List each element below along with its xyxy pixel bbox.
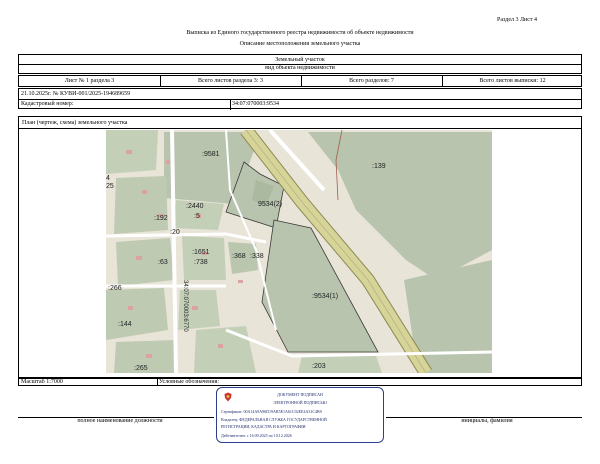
label-road-6770: 34:07:070003:6770 (182, 280, 188, 332)
sheets-in-section: Всего листов раздела 3: 3 (198, 78, 263, 84)
label-25: 25 (106, 183, 114, 190)
block-s1 (194, 326, 256, 373)
label-266: :266 (108, 285, 122, 292)
label-368: :368 (232, 253, 246, 260)
cad-label: Кадастровый номер: (21, 101, 74, 107)
plan-caption: План (чертеж, схема) земельного участка (22, 120, 128, 126)
label-4: 4 (106, 175, 110, 182)
label-338: :338 (250, 253, 264, 260)
label-192: :192 (154, 215, 168, 222)
label-144: :144 (118, 321, 132, 328)
label-5: :5 (194, 213, 200, 220)
label-265: :265 (134, 365, 148, 372)
cad-number: 34:07:070003:9534 (232, 101, 280, 107)
object-name: Земельный участок (275, 57, 325, 63)
sections-total: Всего разделов: 7 (349, 78, 394, 84)
stamp-line-5: РЕГИСТРАЦИИ, КАДАСТРА И КАРТОГРАФИИ (221, 424, 306, 429)
stamp-line-6: Действителен: с 16.09.2025 по 10.12.2026 (221, 433, 292, 438)
scale-label: Масштаб 1:7000 (21, 379, 63, 385)
doc-info: 21.10.2025г. № КУВИ-001/2025-194689659 К… (18, 88, 582, 110)
sheet-number: Лист № 1 раздела 3 (64, 78, 115, 84)
stamp-line-3: Сертификат: 00A14A9A96D19AB5E1A61C02EE4A… (221, 409, 322, 414)
label-9534-1: :9534(1) (312, 293, 338, 300)
block-w1 (114, 176, 168, 234)
footer-scale-row: Масштаб 1:7000 Условные обозначения: (18, 378, 582, 386)
date-number: 21.10.2025г. № КУВИ-001/2025-194689659 (21, 91, 131, 97)
label-738: :738 (194, 259, 208, 266)
sheets-total: Всего листов выписки: 12 (479, 78, 546, 84)
label-20: :20 (170, 229, 180, 236)
object-block: Земельный участок вид объекта недвижимос… (18, 54, 582, 74)
block-203 (298, 356, 382, 373)
label-1651: :1651 (192, 249, 210, 256)
label-63: :63 (158, 259, 168, 266)
section-page-label: Раздел 3 Лист 4 (497, 17, 538, 23)
document-title: Выписка из Единого государственного реес… (186, 30, 414, 36)
legend-label: Условные обозначения: (159, 379, 220, 385)
label-9534-2: 9534(2) (258, 201, 282, 208)
label-2440: :2440 (186, 203, 204, 210)
object-kind: вид объекта недвижимости (265, 65, 335, 71)
position-label: полное наименование должности (77, 418, 163, 424)
stamp-line-2: ЭЛЕКТРОННОЙ ПОДПИСЬЮ (273, 400, 327, 405)
cadastral-map[interactable]: :9581 :139 :2440 :5 9534(2) :192 :20 :16… (106, 130, 492, 373)
sheet-row: Лист № 1 раздела 3 Всего листов раздела … (18, 75, 582, 87)
stamp-line-4: Владелец: ФЕДЕРАЛЬНАЯ СЛУЖБА ГОСУДАРСТВЕ… (221, 417, 327, 422)
label-203: :203 (312, 363, 326, 370)
initials-label: инициалы, фамилия (461, 418, 513, 424)
e-signature-stamp: ДОКУМЕНТ ПОДПИСАН ЭЛЕКТРОННОЙ ПОДПИСЬЮ С… (216, 387, 384, 443)
document-subtitle: Описание местоположения земельного участ… (239, 41, 361, 47)
label-9581: :9581 (202, 151, 220, 158)
stamp-line-1: ДОКУМЕНТ ПОДПИСАН (277, 392, 323, 397)
label-139: :139 (372, 163, 386, 170)
block-c2 (182, 236, 226, 280)
